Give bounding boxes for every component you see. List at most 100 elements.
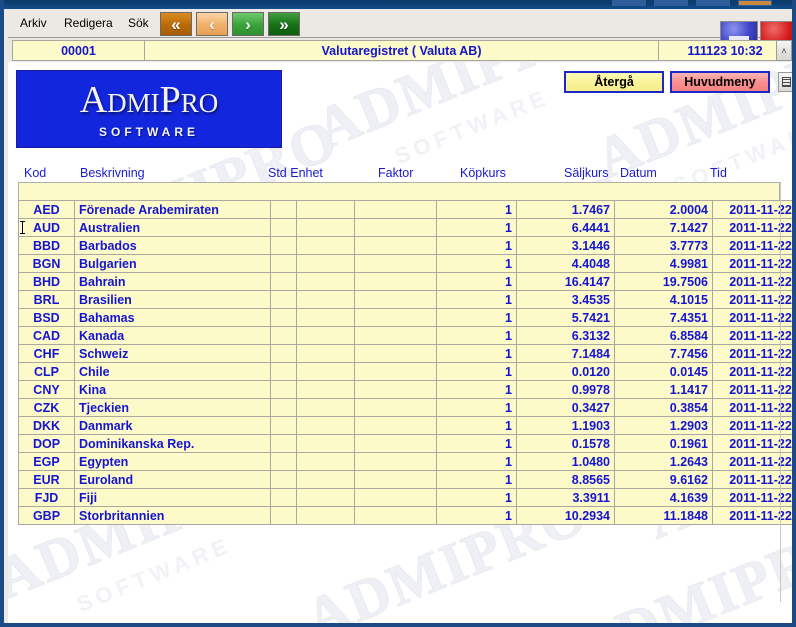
cell-kod[interactable]: DOP	[18, 434, 75, 453]
cell-enhet[interactable]	[296, 380, 355, 399]
cell-std[interactable]	[270, 470, 297, 489]
cell-kod[interactable]: DKK	[18, 416, 75, 435]
cell-faktor[interactable]: 1	[436, 326, 517, 345]
table-row[interactable]: BBDBarbados13.14463.77732011-11-2210:59	[18, 236, 792, 255]
table-row[interactable]: BHDBahrain116.414719.75062011-11-2210:59	[18, 272, 792, 291]
cell-kop[interactable]: 3.3911	[516, 488, 615, 507]
cell-datum[interactable]: 2011-11-22	[712, 218, 792, 237]
cell-kod[interactable]: GBP	[18, 506, 75, 525]
cell-datum[interactable]: 2011-11-22	[712, 290, 792, 309]
cell-salj[interactable]: 4.1015	[614, 290, 713, 309]
cell-blank[interactable]	[354, 416, 437, 435]
cell-datum[interactable]: 2011-11-22	[712, 326, 792, 345]
cell-salj[interactable]: 6.8584	[614, 326, 713, 345]
cell-kod[interactable]: BSD	[18, 308, 75, 327]
cell-enhet[interactable]	[296, 362, 355, 381]
cell-besk[interactable]: Bahamas	[74, 308, 271, 327]
cell-kod[interactable]: CNY	[18, 380, 75, 399]
cell-datum[interactable]: 2011-11-22	[712, 200, 792, 219]
cell-std[interactable]	[270, 344, 297, 363]
cell-salj[interactable]: 1.2903	[614, 416, 713, 435]
cell-std[interactable]	[270, 254, 297, 273]
cell-kod[interactable]: BGN	[18, 254, 75, 273]
cell-salj[interactable]: 7.1427	[614, 218, 713, 237]
cell-std[interactable]	[270, 272, 297, 291]
cell-datum[interactable]: 2011-11-22	[712, 398, 792, 417]
cell-kop[interactable]: 6.3132	[516, 326, 615, 345]
cell-faktor[interactable]: 1	[436, 452, 517, 471]
cell-datum[interactable]: 2011-11-22	[712, 236, 792, 255]
table-row[interactable]: EGPEgypten11.04801.26432011-11-2210:59	[18, 452, 792, 471]
cell-blank[interactable]	[354, 290, 437, 309]
cell-std[interactable]	[270, 362, 297, 381]
menu-item-redigera[interactable]: Redigera	[60, 15, 117, 31]
cell-besk[interactable]: Danmark	[74, 416, 271, 435]
cell-salj[interactable]: 2.0004	[614, 200, 713, 219]
cell-besk[interactable]: Australien	[74, 218, 271, 237]
table-row[interactable]: CADKanada16.31326.85842011-11-2210:59	[18, 326, 792, 345]
cell-enhet[interactable]	[296, 290, 355, 309]
cell-faktor[interactable]: 1	[436, 290, 517, 309]
cell-datum[interactable]: 2011-11-22	[712, 506, 792, 525]
cell-blank[interactable]	[354, 398, 437, 417]
cell-kop[interactable]: 1.7467	[516, 200, 615, 219]
cell-kod[interactable]: EGP	[18, 452, 75, 471]
cell-std[interactable]	[270, 236, 297, 255]
cell-faktor[interactable]: 1	[436, 416, 517, 435]
cell-faktor[interactable]: 1	[436, 506, 517, 525]
cell-kop[interactable]: 10.2934	[516, 506, 615, 525]
cell-std[interactable]	[270, 416, 297, 435]
cell-datum[interactable]: 2011-11-22	[712, 416, 792, 435]
table-row[interactable]: EUREuroland18.85659.61622011-11-2210:59	[18, 470, 792, 489]
cell-kod[interactable]: BBD	[18, 236, 75, 255]
table-row[interactable]: BGNBulgarien14.40484.99812011-11-2210:59	[18, 254, 792, 273]
back-button[interactable]: Återgå	[564, 71, 664, 93]
cell-kop[interactable]: 5.7421	[516, 308, 615, 327]
cell-kop[interactable]: 0.3427	[516, 398, 615, 417]
cell-salj[interactable]: 1.1417	[614, 380, 713, 399]
main-menu-button[interactable]: Huvudmeny	[670, 71, 770, 93]
table-row[interactable]: CNYKina10.99781.14172011-11-2210:59	[18, 380, 792, 399]
cell-kod[interactable]: EUR	[18, 470, 75, 489]
nav-next-record-button[interactable]: ›	[232, 12, 264, 36]
cell-kod[interactable]: CHF	[18, 344, 75, 363]
table-row[interactable]: DOP Dominikanska Rep. 1 0.1578 0.1961 2011-11…	[18, 434, 792, 453]
cell-enhet[interactable]	[296, 218, 355, 237]
cell-besk[interactable]: Brasilien	[74, 290, 271, 309]
cell-salj[interactable]: 4.9981	[614, 254, 713, 273]
cell-kop[interactable]: 1.1903	[516, 416, 615, 435]
cell-besk[interactable]: Förenade Arabemiraten	[74, 200, 271, 219]
cell-datum[interactable]: 2011-11-22	[712, 254, 792, 273]
cell-enhet[interactable]	[296, 344, 355, 363]
cell-salj[interactable]: 3.7773	[614, 236, 713, 255]
cell-datum[interactable]: 2011-11-22	[712, 308, 792, 327]
cell-besk[interactable]: Kanada	[74, 326, 271, 345]
cell-besk[interactable]: Kina	[74, 380, 271, 399]
cell-besk[interactable]: Storbritannien	[74, 506, 271, 525]
cell-std[interactable]	[270, 452, 297, 471]
cell-blank[interactable]	[354, 236, 437, 255]
cell-faktor[interactable]: 1	[436, 434, 517, 453]
cell-faktor[interactable]: 1	[436, 380, 517, 399]
record-id-field[interactable]: 00001	[13, 41, 145, 60]
cell-std[interactable]	[270, 308, 297, 327]
nav-first-record-button[interactable]: «	[160, 12, 192, 36]
cell-besk[interactable]: Egypten	[74, 452, 271, 471]
cell-kop[interactable]: 0.1578	[516, 434, 615, 453]
cell-besk[interactable]: Fiji	[74, 488, 271, 507]
cell-blank[interactable]	[354, 200, 437, 219]
cell-kop[interactable]: 16.4147	[516, 272, 615, 291]
cell-blank[interactable]	[354, 272, 437, 291]
cell-kop[interactable]: 7.1484	[516, 344, 615, 363]
cell-kop[interactable]: 3.4535	[516, 290, 615, 309]
cell-datum[interactable]: 2011-11-22	[712, 470, 792, 489]
cell-kod[interactable]: FJD	[18, 488, 75, 507]
cell-kod[interactable]: AUD	[18, 218, 75, 237]
cell-blank[interactable]	[354, 362, 437, 381]
cell-kop[interactable]: 8.8565	[516, 470, 615, 489]
cell-blank[interactable]	[354, 254, 437, 273]
cell-faktor[interactable]: 1	[436, 344, 517, 363]
table-row[interactable]: CZKTjeckien10.34270.38542011-11-2210:59	[18, 398, 792, 417]
cell-enhet[interactable]	[296, 326, 355, 345]
cell-blank[interactable]	[354, 488, 437, 507]
